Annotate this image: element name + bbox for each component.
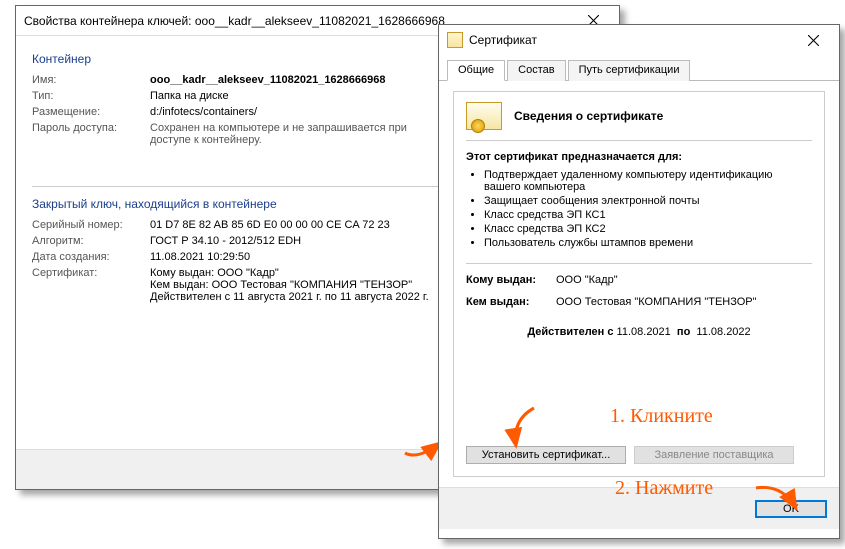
ok-button[interactable]: OK: [755, 500, 827, 518]
cert-info-title: Сведения о сертификате: [514, 109, 663, 123]
list-item: Пользователь службы штампов времени: [484, 237, 812, 249]
valid-from: 11.08.2021: [617, 326, 671, 338]
issued-by-value: ООО Тестовая "КОМПАНИЯ "ТЕНЗОР": [556, 296, 812, 308]
name-label: Имя:: [32, 74, 150, 86]
list-item: Класс средства ЭП КС2: [484, 223, 812, 235]
w2-content: Сведения о сертификате Этот сертификат п…: [439, 81, 839, 487]
divider: [466, 263, 812, 264]
close-icon[interactable]: [795, 28, 831, 52]
divider: [466, 140, 812, 141]
list-item: Класс средства ЭП КС1: [484, 209, 812, 221]
tab-details[interactable]: Состав: [507, 60, 565, 81]
tab-general[interactable]: Общие: [447, 60, 505, 81]
tab-cert-path[interactable]: Путь сертификации: [568, 60, 691, 81]
w2-footer: OK: [439, 487, 839, 529]
location-label: Размещение:: [32, 106, 150, 118]
purpose-list: Подтверждает удаленному компьютеру идент…: [484, 169, 812, 249]
list-item: Защищает сообщения электронной почты: [484, 195, 812, 207]
certificate-panel: Сведения о сертификате Этот сертификат п…: [453, 91, 825, 477]
password-value: Сохранен на компьютере и не запрашиваетс…: [150, 122, 450, 146]
issuer-statement-button: Заявление поставщика: [634, 446, 794, 464]
type-label: Тип:: [32, 90, 150, 102]
issued-by-label: Кем выдан:: [466, 296, 556, 308]
validity-line: Действителен с 11.08.2021 по 11.08.2022: [466, 326, 812, 338]
certificate-window: Сертификат Общие Состав Путь сертификаци…: [438, 24, 840, 539]
valid-to: 11.08.2022: [696, 326, 750, 338]
w2-titlebar: Сертификат: [439, 25, 839, 55]
issued-to-label: Кому выдан:: [466, 274, 556, 286]
issued-to-value: ООО "Кадр": [556, 274, 812, 286]
w1-title: Свойства контейнера ключей: ooo__kadr__a…: [24, 14, 445, 28]
algorithm-label: Алгоритм:: [32, 235, 150, 247]
w2-title: Сертификат: [469, 33, 537, 47]
certificate-large-icon: [466, 102, 502, 130]
created-label: Дата создания:: [32, 251, 150, 263]
password-label: Пароль доступа:: [32, 122, 150, 146]
purpose-title: Этот сертификат предназначается для:: [466, 151, 812, 163]
install-certificate-button[interactable]: Установить сертификат...: [466, 446, 626, 464]
list-item: Подтверждает удаленному компьютеру идент…: [484, 169, 812, 193]
certificate-label: Сертификат:: [32, 267, 150, 303]
tab-bar: Общие Состав Путь сертификации: [439, 55, 839, 81]
certificate-icon: [447, 32, 463, 48]
serial-label: Серийный номер:: [32, 219, 150, 231]
